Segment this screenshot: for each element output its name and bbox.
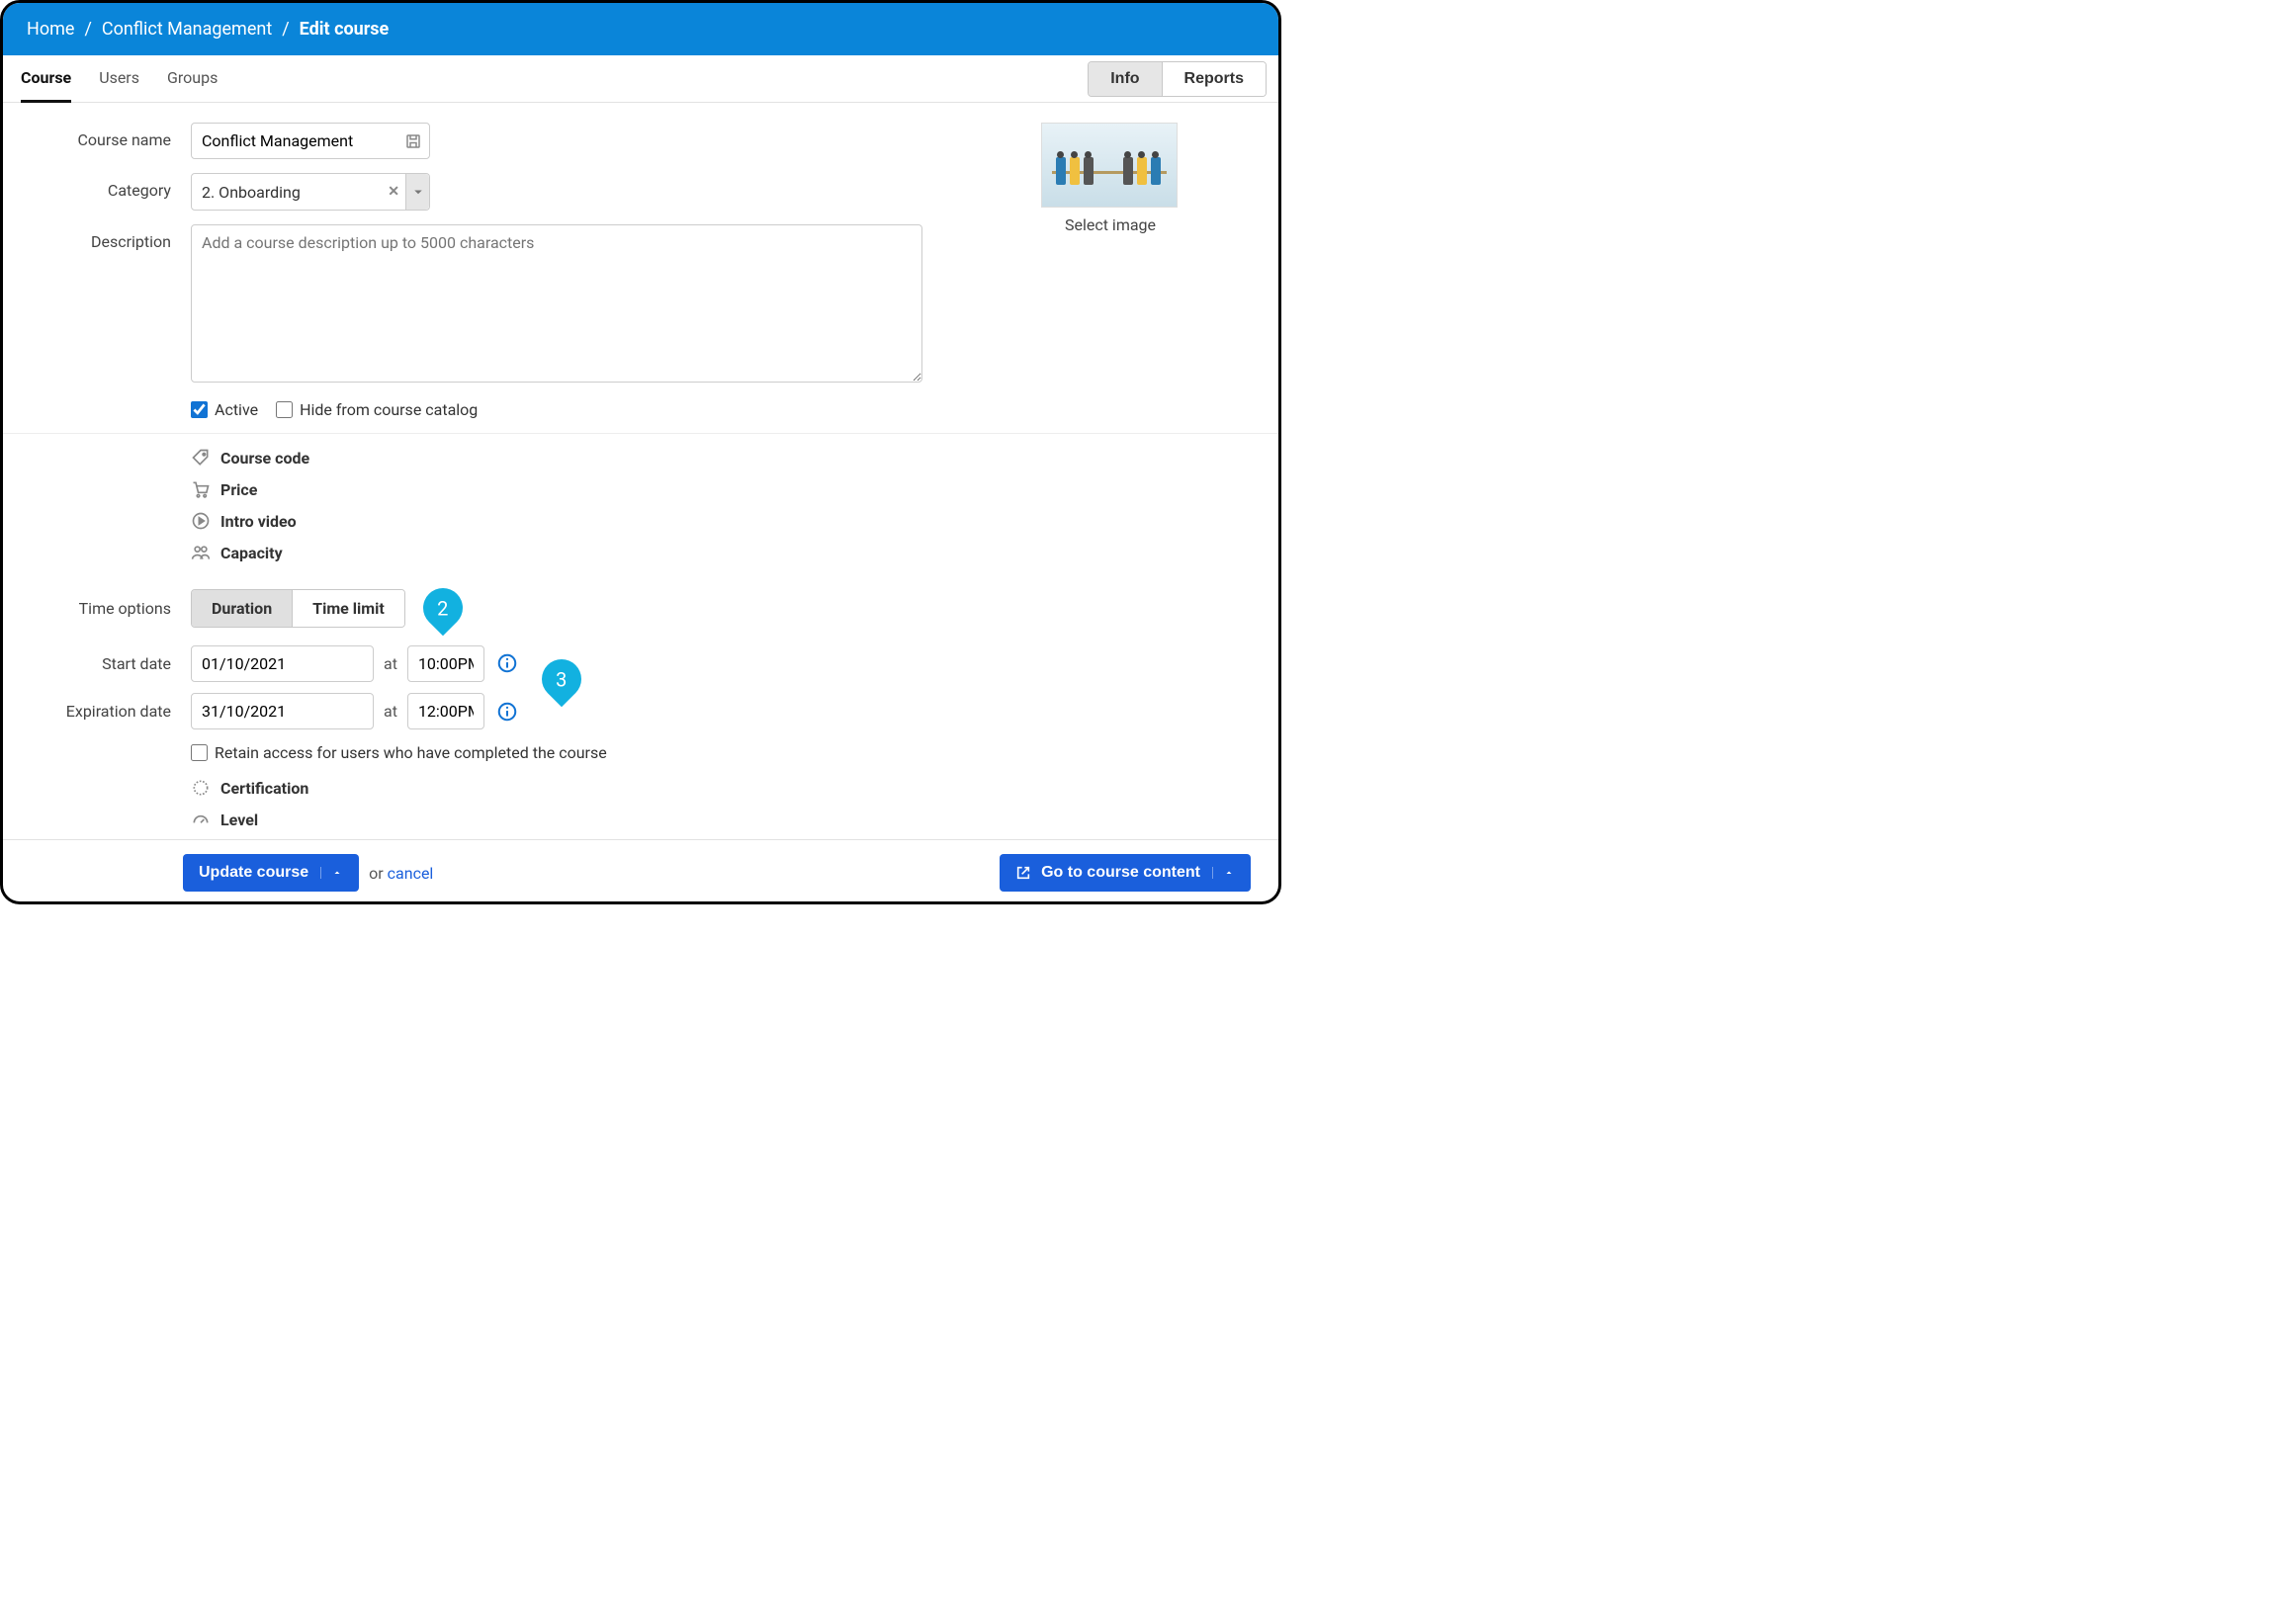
certification-label: Certification (220, 779, 308, 798)
form-footer: Update course or cancel Go to course con… (3, 839, 1278, 901)
people-icon (191, 543, 211, 562)
category-selected-value: 2. Onboarding (192, 183, 382, 202)
certification-option[interactable]: Certification (191, 778, 1251, 798)
course-code-option[interactable]: Course code (191, 448, 1251, 468)
retain-access-checkbox[interactable]: Retain access for users who have complet… (191, 743, 1251, 762)
hide-catalog-checkbox-input[interactable] (276, 401, 293, 418)
expiration-time-input[interactable] (407, 693, 484, 729)
level-option[interactable]: Level (191, 810, 1251, 829)
tab-users[interactable]: Users (99, 55, 139, 103)
intro-video-option[interactable]: Intro video (191, 511, 1251, 531)
expiration-at-label: at (384, 702, 397, 721)
reports-button[interactable]: Reports (1162, 62, 1266, 96)
start-date-label: Start date (31, 654, 171, 673)
cancel-link[interactable]: cancel (388, 864, 434, 883)
save-field-icon[interactable] (404, 132, 422, 150)
cancel-text: or cancel (369, 864, 433, 883)
expiration-date-input[interactable] (191, 693, 374, 729)
expiration-date-label: Expiration date (31, 702, 171, 721)
update-course-button-label: Update course (199, 864, 308, 882)
update-course-dropdown-icon[interactable] (320, 867, 343, 879)
update-course-button[interactable]: Update course (183, 854, 359, 892)
goto-course-content-button[interactable]: Go to course content (1000, 854, 1251, 892)
tab-groups[interactable]: Groups (167, 55, 218, 103)
share-icon (1015, 865, 1031, 881)
active-checkbox[interactable]: Active (191, 400, 258, 419)
breadcrumb-separator: / (84, 19, 91, 40)
price-label: Price (220, 480, 257, 499)
tag-icon (191, 448, 211, 468)
start-time-input[interactable] (407, 645, 484, 682)
edit-course-window: Home / Conflict Management / Edit course… (0, 0, 1281, 904)
goto-dropdown-icon[interactable] (1212, 867, 1235, 879)
info-button[interactable]: Info (1089, 62, 1161, 96)
tab-course[interactable]: Course (21, 55, 71, 103)
tab-bar: Course Users Groups Info Reports (3, 55, 1278, 103)
description-textarea[interactable] (191, 224, 922, 383)
hide-catalog-checkbox-label: Hide from course catalog (300, 400, 478, 419)
category-dropdown-toggle[interactable] (405, 174, 429, 210)
cart-icon (191, 479, 211, 499)
hide-catalog-checkbox[interactable]: Hide from course catalog (276, 400, 478, 419)
description-label: Description (31, 224, 171, 251)
duration-toggle[interactable]: Duration (192, 590, 292, 627)
time-options-label: Time options (31, 599, 171, 618)
course-name-label: Course name (31, 123, 171, 149)
expiration-date-info-icon[interactable] (496, 701, 518, 723)
intro-video-label: Intro video (220, 512, 297, 531)
breadcrumb: Home / Conflict Management / Edit course (3, 3, 1278, 55)
breadcrumb-course[interactable]: Conflict Management (102, 19, 272, 40)
breadcrumb-current: Edit course (300, 19, 390, 40)
price-option[interactable]: Price (191, 479, 1251, 499)
goto-course-content-label: Go to course content (1041, 864, 1200, 882)
form-area: Select image Course name (3, 103, 1278, 839)
start-date-info-icon[interactable] (496, 652, 518, 674)
certificate-icon (191, 778, 211, 798)
start-date-input[interactable] (191, 645, 374, 682)
course-code-label: Course code (220, 449, 309, 468)
category-clear-icon[interactable]: ✕ (382, 184, 405, 200)
category-label: Category (31, 173, 171, 200)
view-toggle: Info Reports (1088, 61, 1267, 97)
course-name-input[interactable] (191, 123, 430, 159)
time-options-toggle: Duration Time limit (191, 589, 405, 628)
play-icon (191, 511, 211, 531)
active-checkbox-input[interactable] (191, 401, 208, 418)
category-select[interactable]: 2. Onboarding ✕ (191, 173, 430, 211)
capacity-option[interactable]: Capacity (191, 543, 1251, 562)
retain-access-label: Retain access for users who have complet… (215, 743, 607, 762)
breadcrumb-separator: / (282, 19, 289, 40)
active-checkbox-label: Active (215, 400, 258, 419)
capacity-label: Capacity (220, 544, 283, 562)
gauge-icon (191, 810, 211, 829)
start-at-label: at (384, 654, 397, 673)
time-limit-toggle[interactable]: Time limit (292, 590, 404, 627)
level-label: Level (220, 811, 258, 829)
retain-access-checkbox-input[interactable] (191, 744, 208, 761)
annotation-2: 2 (414, 580, 471, 637)
breadcrumb-home[interactable]: Home (27, 19, 74, 40)
